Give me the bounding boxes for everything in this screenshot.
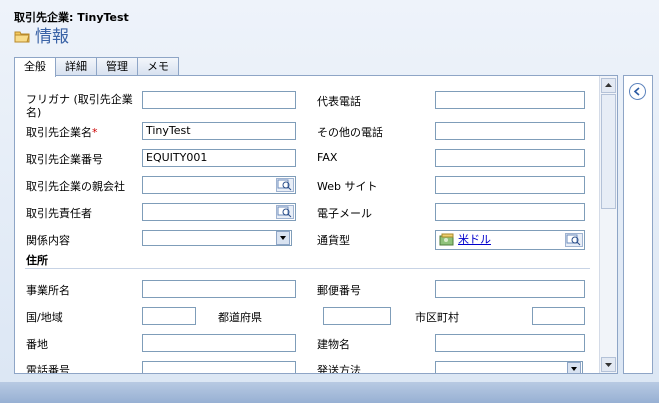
office-name-input[interactable] bbox=[142, 280, 296, 298]
other-phone-input[interactable] bbox=[435, 122, 585, 140]
footer-bar bbox=[0, 382, 659, 403]
currency-label: 通貨型 bbox=[317, 234, 350, 247]
prefecture-input[interactable] bbox=[323, 307, 391, 325]
section-divider bbox=[25, 268, 590, 269]
currency-link[interactable]: 米ドル bbox=[458, 232, 491, 248]
lookup-icon[interactable] bbox=[276, 178, 294, 192]
scroll-down-button[interactable] bbox=[601, 357, 616, 372]
building-label: 建物名 bbox=[317, 338, 350, 351]
country-input[interactable] bbox=[142, 307, 196, 325]
city-input[interactable] bbox=[532, 307, 585, 325]
street-label: 番地 bbox=[26, 338, 48, 351]
tab-notes[interactable]: メモ bbox=[137, 57, 179, 76]
parent-account-label: 取引先企業の親会社 bbox=[26, 180, 125, 193]
parent-account-input[interactable] bbox=[142, 176, 296, 194]
account-name-label: 取引先企業名* bbox=[26, 126, 98, 139]
folder-icon bbox=[14, 28, 31, 43]
tab-bar: 全般 詳細 管理 メモ bbox=[14, 57, 179, 77]
form-panel: フリガナ (取引先企業名) 取引先企業名* TinyTest 取引先企業番号 E… bbox=[14, 75, 618, 374]
furigana-input[interactable] bbox=[142, 91, 296, 109]
building-input[interactable] bbox=[435, 334, 585, 352]
furigana-label: フリガナ (取引先企業名) bbox=[26, 93, 133, 119]
email-input[interactable] bbox=[435, 203, 585, 221]
account-number-input[interactable]: EQUITY001 bbox=[142, 149, 296, 167]
lookup-icon[interactable] bbox=[276, 205, 294, 219]
tab-details[interactable]: 詳細 bbox=[55, 57, 97, 76]
scroll-up-button[interactable] bbox=[601, 78, 616, 93]
account-number-label: 取引先企業番号 bbox=[26, 153, 103, 166]
related-panel bbox=[623, 75, 653, 374]
section-title-text: 情報 bbox=[35, 27, 69, 47]
website-label: Web サイト bbox=[317, 180, 378, 193]
relationship-label: 関係内容 bbox=[26, 234, 70, 247]
scrollbar-thumb[interactable] bbox=[601, 94, 616, 209]
shipping-method-select[interactable] bbox=[435, 361, 583, 373]
email-label: 電子メール bbox=[317, 207, 372, 220]
main-phone-input[interactable] bbox=[435, 91, 585, 109]
account-name-input[interactable]: TinyTest bbox=[142, 122, 296, 140]
section-title: 情報 bbox=[14, 22, 69, 47]
tab-general[interactable]: 全般 bbox=[14, 57, 56, 77]
required-marker: * bbox=[92, 126, 98, 139]
postal-code-input[interactable] bbox=[435, 280, 585, 298]
office-name-label: 事業所名 bbox=[26, 284, 70, 297]
prefecture-label: 都道府県 bbox=[218, 311, 262, 324]
chevron-down-icon[interactable] bbox=[276, 231, 290, 245]
main-phone-label: 代表電話 bbox=[317, 95, 361, 108]
address-phone-input[interactable] bbox=[142, 361, 296, 373]
shipping-method-label: 発送方法 bbox=[317, 364, 361, 374]
city-label: 市区町村 bbox=[415, 311, 459, 324]
chevron-down-icon[interactable] bbox=[567, 362, 581, 373]
relationship-select[interactable] bbox=[142, 230, 292, 246]
postal-code-label: 郵便番号 bbox=[317, 284, 361, 297]
primary-contact-input[interactable] bbox=[142, 203, 296, 221]
currency-lookup[interactable]: 米ドル bbox=[435, 230, 585, 250]
street-input[interactable] bbox=[142, 334, 296, 352]
collapse-left-icon[interactable] bbox=[629, 83, 646, 100]
tab-administration[interactable]: 管理 bbox=[96, 57, 138, 76]
other-phone-label: その他の電話 bbox=[317, 126, 383, 139]
lookup-icon[interactable] bbox=[565, 233, 583, 247]
vertical-scrollbar[interactable] bbox=[599, 76, 617, 373]
website-input[interactable] bbox=[435, 176, 585, 194]
country-label: 国/地域 bbox=[26, 311, 63, 324]
address-phone-label: 電話番号 bbox=[26, 364, 70, 374]
address-section-title: 住所 bbox=[26, 254, 48, 267]
currency-icon bbox=[439, 233, 455, 252]
fax-input[interactable] bbox=[435, 149, 585, 167]
primary-contact-label: 取引先責任者 bbox=[26, 207, 92, 220]
fax-label: FAX bbox=[317, 151, 338, 164]
